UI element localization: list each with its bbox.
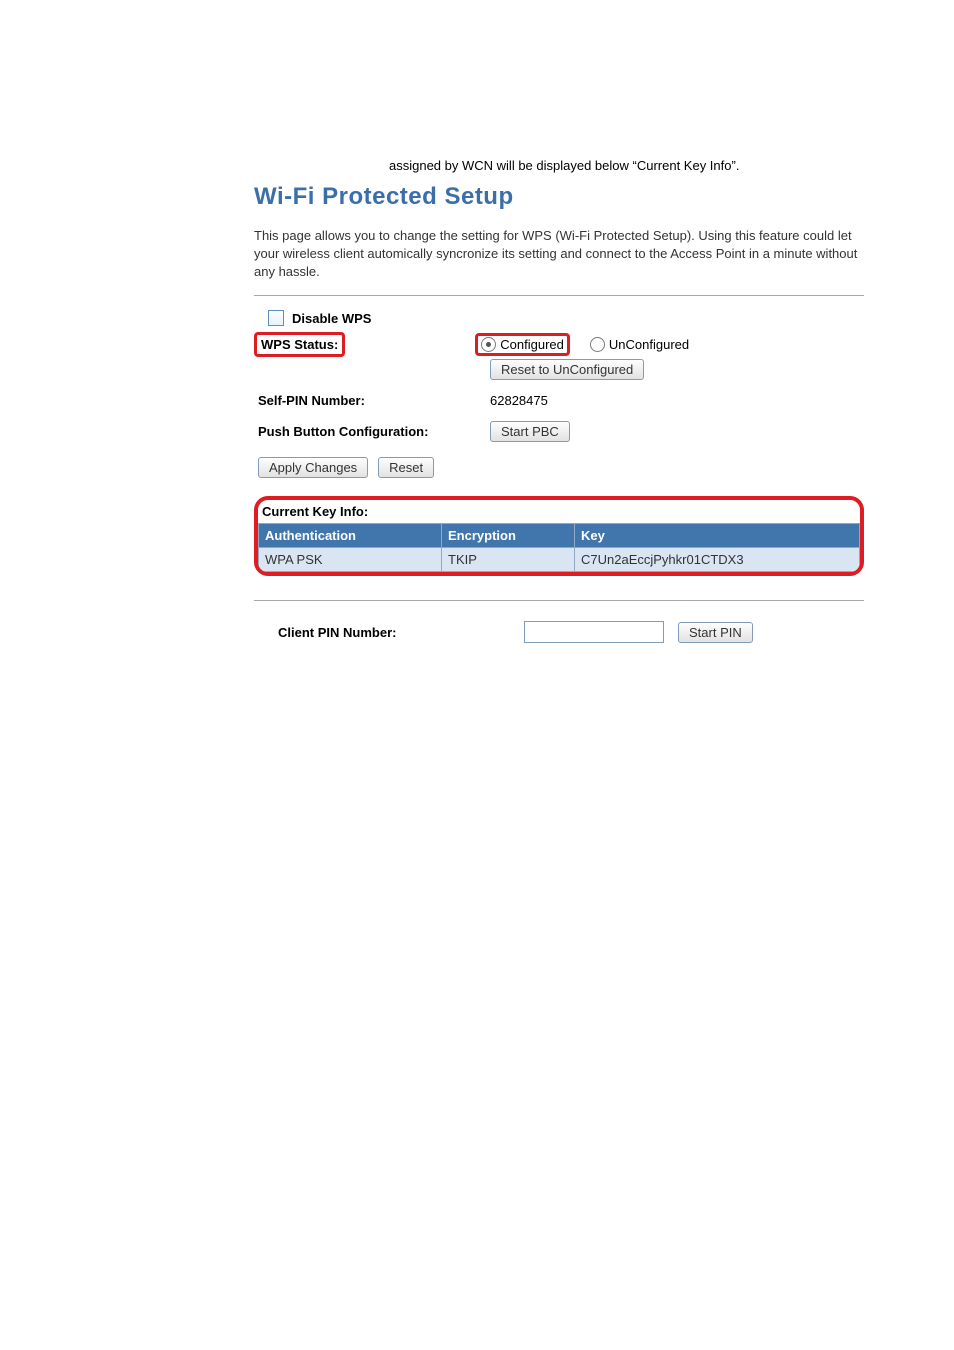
wps-status-configured-highlight: Configured xyxy=(475,333,570,356)
key-info-table: Authentication Encryption Key WPA PSK TK… xyxy=(258,523,860,572)
divider-top xyxy=(254,295,864,296)
page-title: Wi-Fi Protected Setup xyxy=(254,183,864,211)
client-pin-input[interactable] xyxy=(524,621,664,643)
cell-authentication: WPA PSK xyxy=(259,548,442,572)
wps-status-unconfigured-radio[interactable] xyxy=(590,337,605,352)
header-encryption: Encryption xyxy=(442,524,575,548)
client-pin-label: Client PIN Number: xyxy=(254,625,510,640)
wps-status-configured-radio[interactable] xyxy=(481,337,496,352)
header-authentication: Authentication xyxy=(259,524,442,548)
header-key: Key xyxy=(575,524,860,548)
current-key-info-section: Current Key Info: Authentication Encrypt… xyxy=(254,496,864,576)
start-pin-button[interactable]: Start PIN xyxy=(678,622,753,643)
disable-wps-checkbox[interactable] xyxy=(268,310,284,326)
cell-encryption: TKIP xyxy=(442,548,575,572)
start-pbc-button[interactable]: Start PBC xyxy=(490,421,570,442)
current-key-info-title: Current Key Info: xyxy=(258,500,860,523)
cell-key: C7Un2aEccjPyhkr01CTDX3 xyxy=(575,548,860,572)
reset-unconfigured-button[interactable]: Reset to UnConfigured xyxy=(490,359,644,380)
wps-status-unconfigured-label: UnConfigured xyxy=(609,337,689,352)
table-row: WPA PSK TKIP C7Un2aEccjPyhkr01CTDX3 xyxy=(259,548,860,572)
apply-changes-button[interactable]: Apply Changes xyxy=(258,457,368,478)
disable-wps-label: Disable WPS xyxy=(292,311,371,326)
wps-status-label: WPS Status: xyxy=(254,332,345,357)
wps-status-configured-label: Configured xyxy=(500,337,564,352)
pbc-label: Push Button Configuration: xyxy=(254,424,490,439)
intro-text: assigned by WCN will be displayed below … xyxy=(389,158,829,175)
page-description: This page allows you to change the setti… xyxy=(254,227,864,282)
self-pin-value: 62828475 xyxy=(490,393,548,408)
self-pin-label: Self-PIN Number: xyxy=(254,393,490,408)
divider-bottom xyxy=(254,600,864,601)
reset-button[interactable]: Reset xyxy=(378,457,434,478)
table-header-row: Authentication Encryption Key xyxy=(259,524,860,548)
